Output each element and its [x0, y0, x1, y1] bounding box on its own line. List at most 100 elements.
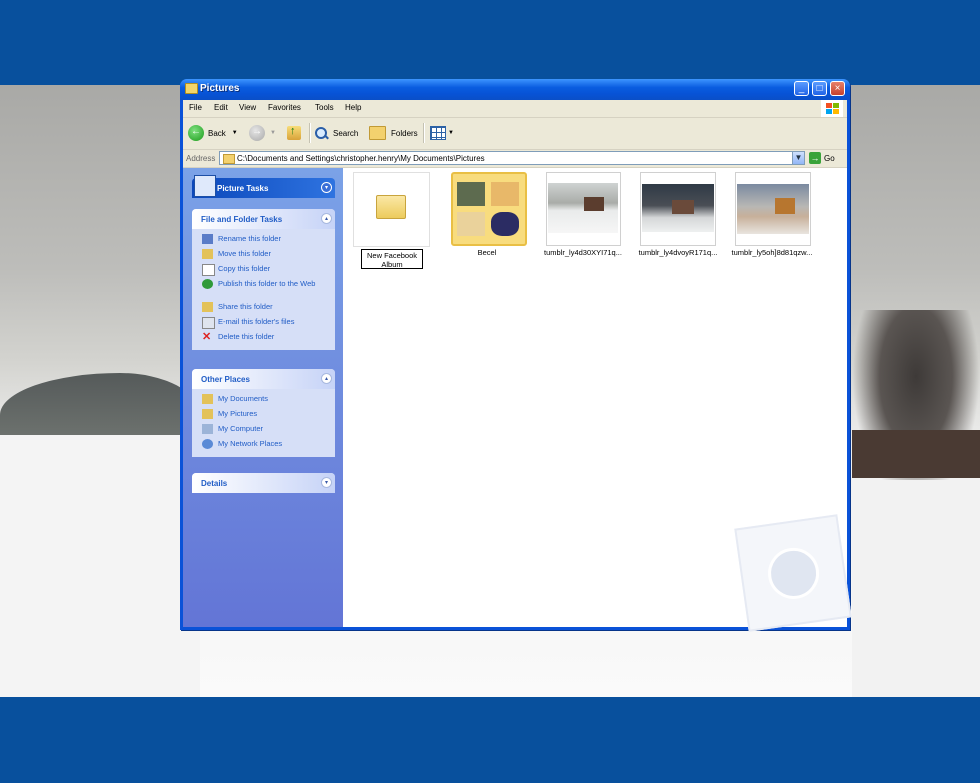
- folder-icon: [223, 154, 235, 164]
- back-label: Back: [208, 128, 226, 138]
- my-network-places-link[interactable]: My Network Places: [202, 438, 335, 453]
- folder-thumbnail-selected[interactable]: [451, 172, 527, 246]
- menu-edit[interactable]: Edit: [214, 103, 228, 112]
- views-button[interactable]: ▼: [430, 124, 454, 142]
- image-thumbnail[interactable]: [546, 172, 621, 246]
- window-client: File Edit View Favorites Tools Help ← Ba…: [183, 100, 852, 632]
- forward-button[interactable]: → ▼: [249, 124, 276, 142]
- publish-folder-link[interactable]: Publish this folder to the Web: [202, 278, 335, 301]
- snow-cabin-image: [642, 184, 714, 232]
- file-caption: tumblr_ly4d30XYI71q...: [544, 248, 622, 257]
- snow-cabin-image: [737, 184, 809, 234]
- rename-folder-link[interactable]: Rename this folder: [202, 233, 335, 248]
- views-icon: [430, 126, 446, 140]
- folders-button[interactable]: Folders: [369, 124, 418, 142]
- standard-toolbar: ← Back ▼ → ▼ Search Folders: [183, 118, 847, 150]
- menu-favorites[interactable]: Favorites: [268, 103, 301, 112]
- other-places-title: Other Places: [201, 375, 250, 384]
- my-documents-icon: [202, 394, 213, 404]
- folder-preview-image: [457, 182, 485, 206]
- menu-file[interactable]: File: [189, 103, 202, 112]
- details-header[interactable]: Details ▾: [192, 473, 335, 493]
- collapse-chevron-icon[interactable]: ▾: [321, 182, 332, 193]
- task-label: Rename this folder: [218, 234, 281, 243]
- menu-tools[interactable]: Tools: [315, 103, 334, 112]
- task-label: E-mail this folder's files: [218, 317, 295, 326]
- minimize-button[interactable]: _: [794, 81, 809, 96]
- address-input[interactable]: C:\Documents and Settings\christopher.he…: [219, 151, 804, 165]
- maximize-button[interactable]: □: [812, 81, 827, 96]
- my-documents-link[interactable]: My Documents: [202, 393, 335, 408]
- picture-tasks-header[interactable]: Picture Tasks ▾: [192, 175, 335, 198]
- delete-icon: ✕: [202, 331, 212, 343]
- email-files-link[interactable]: E-mail this folder's files: [202, 316, 335, 331]
- address-dropdown-icon[interactable]: ▼: [792, 151, 805, 165]
- close-button[interactable]: ×: [830, 81, 845, 96]
- task-label: Share this folder: [218, 302, 273, 311]
- task-label: Publish this folder to the Web: [218, 279, 316, 288]
- wallpaper-barn: [852, 430, 980, 478]
- details-title: Details: [201, 479, 228, 488]
- my-pictures-link[interactable]: My Pictures: [202, 408, 335, 423]
- search-icon: [314, 126, 328, 140]
- task-label: Move this folder: [218, 249, 271, 258]
- folder-thumbnail[interactable]: [353, 172, 430, 247]
- cabin-shape: [775, 198, 795, 214]
- task-pane: Picture Tasks ▾ File and Folder Tasks ▴ …: [183, 168, 343, 627]
- collapse-chevron-icon[interactable]: ▴: [321, 373, 332, 384]
- file-folder-tasks-header[interactable]: File and Folder Tasks ▴: [192, 209, 335, 229]
- share-folder-link[interactable]: Share this folder: [202, 301, 335, 316]
- other-places-panel: Other Places ▴ My Documents My Pictures …: [192, 369, 335, 457]
- desktop-bottom-band: [0, 697, 980, 783]
- search-button[interactable]: Search: [314, 124, 358, 142]
- back-button[interactable]: ← Back ▼: [188, 124, 238, 142]
- menu-bar: File Edit View Favorites Tools Help: [183, 100, 847, 118]
- folder-icon: [376, 195, 406, 219]
- collapse-chevron-icon[interactable]: ▴: [321, 213, 332, 224]
- views-dropdown-icon: ▼: [448, 130, 454, 136]
- window-title: Pictures: [200, 83, 240, 94]
- file-caption: tumblr_ly5oh]8d81qzw...: [731, 248, 813, 257]
- address-path: C:\Documents and Settings\christopher.he…: [237, 154, 485, 163]
- go-button[interactable]: → Go: [809, 151, 835, 165]
- file-folder-tasks-title: File and Folder Tasks: [201, 215, 283, 224]
- image-thumbnail[interactable]: [640, 172, 716, 246]
- delete-folder-link[interactable]: ✕ Delete this folder: [202, 331, 335, 346]
- file-view[interactable]: New Facebook Album Becel tumblr_ly4d30XY…: [343, 168, 852, 632]
- expand-chevron-icon[interactable]: ▾: [321, 477, 332, 488]
- my-pictures-icon: [202, 409, 213, 419]
- my-computer-icon: [202, 424, 213, 434]
- task-label: Delete this folder: [218, 332, 275, 341]
- address-bar: Address C:\Documents and Settings\christ…: [183, 150, 847, 168]
- forward-dropdown-icon[interactable]: ▼: [270, 130, 276, 136]
- other-places-header[interactable]: Other Places ▴: [192, 369, 335, 389]
- desktop-top-band: [0, 0, 980, 85]
- back-dropdown-icon[interactable]: ▼: [232, 130, 238, 136]
- network-icon: [202, 439, 213, 449]
- move-folder-link[interactable]: Move this folder: [202, 248, 335, 263]
- folder-preview-image: [491, 182, 519, 206]
- menu-view[interactable]: View: [239, 103, 256, 112]
- place-label: My Computer: [218, 424, 264, 433]
- title-bar[interactable]: Pictures _ □ ×: [180, 79, 850, 100]
- my-computer-link[interactable]: My Computer: [202, 423, 335, 438]
- toolbar-separator: [423, 123, 425, 143]
- globe-icon: [202, 279, 213, 289]
- toolbar-separator: [309, 123, 311, 143]
- folder-preview-image: [457, 212, 485, 236]
- up-folder-button[interactable]: [287, 124, 301, 142]
- picture-tasks-title: Picture Tasks: [217, 184, 269, 193]
- image-thumbnail[interactable]: [735, 172, 811, 246]
- copy-folder-link[interactable]: Copy this folder: [202, 263, 335, 278]
- menu-help[interactable]: Help: [345, 103, 361, 112]
- picture-tasks-icon: [194, 175, 216, 197]
- folders-icon: [369, 126, 386, 140]
- move-icon: [202, 249, 213, 259]
- place-label: My Pictures: [218, 409, 258, 418]
- task-label: Copy this folder: [218, 264, 271, 273]
- rename-input[interactable]: New Facebook Album: [361, 249, 423, 269]
- wallpaper-hill: [0, 373, 200, 443]
- windows-logo-icon: [821, 100, 843, 117]
- snow-cabin-image: [548, 183, 618, 233]
- up-folder-icon: [287, 125, 301, 140]
